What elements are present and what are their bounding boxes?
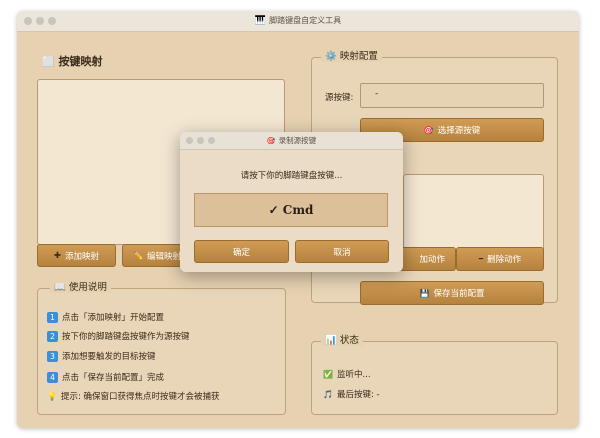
title-bar: 🎹 脚踏键盘自定义工具 <box>17 11 579 32</box>
tip-text: 💡 提示: 确保窗口获得焦点时按键才会被捕获 <box>47 391 220 403</box>
captured-key-display: ✓ Cmd <box>194 193 388 227</box>
dialog-title: 🎯 录制源按键 <box>266 136 317 145</box>
instructions-legend: 📖 使用说明 <box>50 279 111 293</box>
bar-chart-icon: 📊 <box>325 335 337 346</box>
book-icon: 📖 <box>54 282 66 293</box>
record-source-key-dialog: 🎯 录制源按键 请按下你的脚踏键盘按键... ✓ Cmd 确定 取消 <box>180 132 403 272</box>
number-three-icon: 3 <box>47 350 58 362</box>
source-key-label: 源按键: <box>325 93 354 103</box>
dialog-title-bar: 🎯 录制源按键 <box>180 132 403 150</box>
source-key-field: - <box>360 83 544 108</box>
number-four-icon: 4 <box>47 371 58 383</box>
listening-status: ✅ 监听中... <box>323 369 371 381</box>
pencil-icon: ✏️ <box>133 251 143 260</box>
save-config-button[interactable]: 💾 保存当前配置 <box>360 281 544 305</box>
add-mapping-button[interactable]: ✚ 添加映射 <box>37 244 116 267</box>
plus-icon: ✚ <box>53 250 62 261</box>
mapping-config-legend: ⚙️ 映射配置 <box>321 48 382 62</box>
instruction-step: 4 点击「保存当前配置」完成 <box>47 371 164 383</box>
dialog-prompt: 请按下你的脚踏键盘按键... <box>240 171 343 181</box>
instruction-step: 3 添加想要触发的目标按键 <box>47 350 156 362</box>
gear-icon: ⚙️ <box>325 51 337 62</box>
number-two-icon: 2 <box>47 330 58 342</box>
number-one-icon: 1 <box>47 311 58 323</box>
minus-icon: ━ <box>478 255 484 263</box>
target-icon: 🎯 <box>423 125 434 135</box>
instruction-step: 2 按下你的脚踏键盘按键作为源按键 <box>47 330 190 342</box>
status-legend: 📊 状态 <box>321 332 363 346</box>
mapping-list-heading: ⬜ 按键映射 <box>42 55 103 68</box>
window-title: 🎹 脚踏键盘自定义工具 <box>254 16 342 26</box>
source-key-value: - <box>375 89 379 99</box>
instruction-step: 1 点击「添加映射」开始配置 <box>47 311 164 323</box>
checkmark-icon: ✅ <box>323 369 333 379</box>
target-icon: 🎯 <box>266 137 276 145</box>
checkbox-icon: ⬜ <box>42 57 55 68</box>
action-list[interactable] <box>403 174 544 252</box>
lightbulb-icon: 💡 <box>47 391 57 401</box>
last-key-status: 🎵 最后按键: - <box>323 389 380 401</box>
dialog-cancel-button[interactable]: 取消 <box>295 240 389 263</box>
floppy-disk-icon: 💾 <box>419 288 430 298</box>
dialog-ok-button[interactable]: 确定 <box>194 240 289 263</box>
add-action-button[interactable]: 加动作 <box>398 247 456 271</box>
music-note-icon: 🎵 <box>323 389 333 399</box>
delete-action-button[interactable]: ━ 删除动作 <box>456 247 544 271</box>
captured-key-text: ✓ Cmd <box>268 203 314 217</box>
piano-icon: 🎹 <box>254 16 267 26</box>
